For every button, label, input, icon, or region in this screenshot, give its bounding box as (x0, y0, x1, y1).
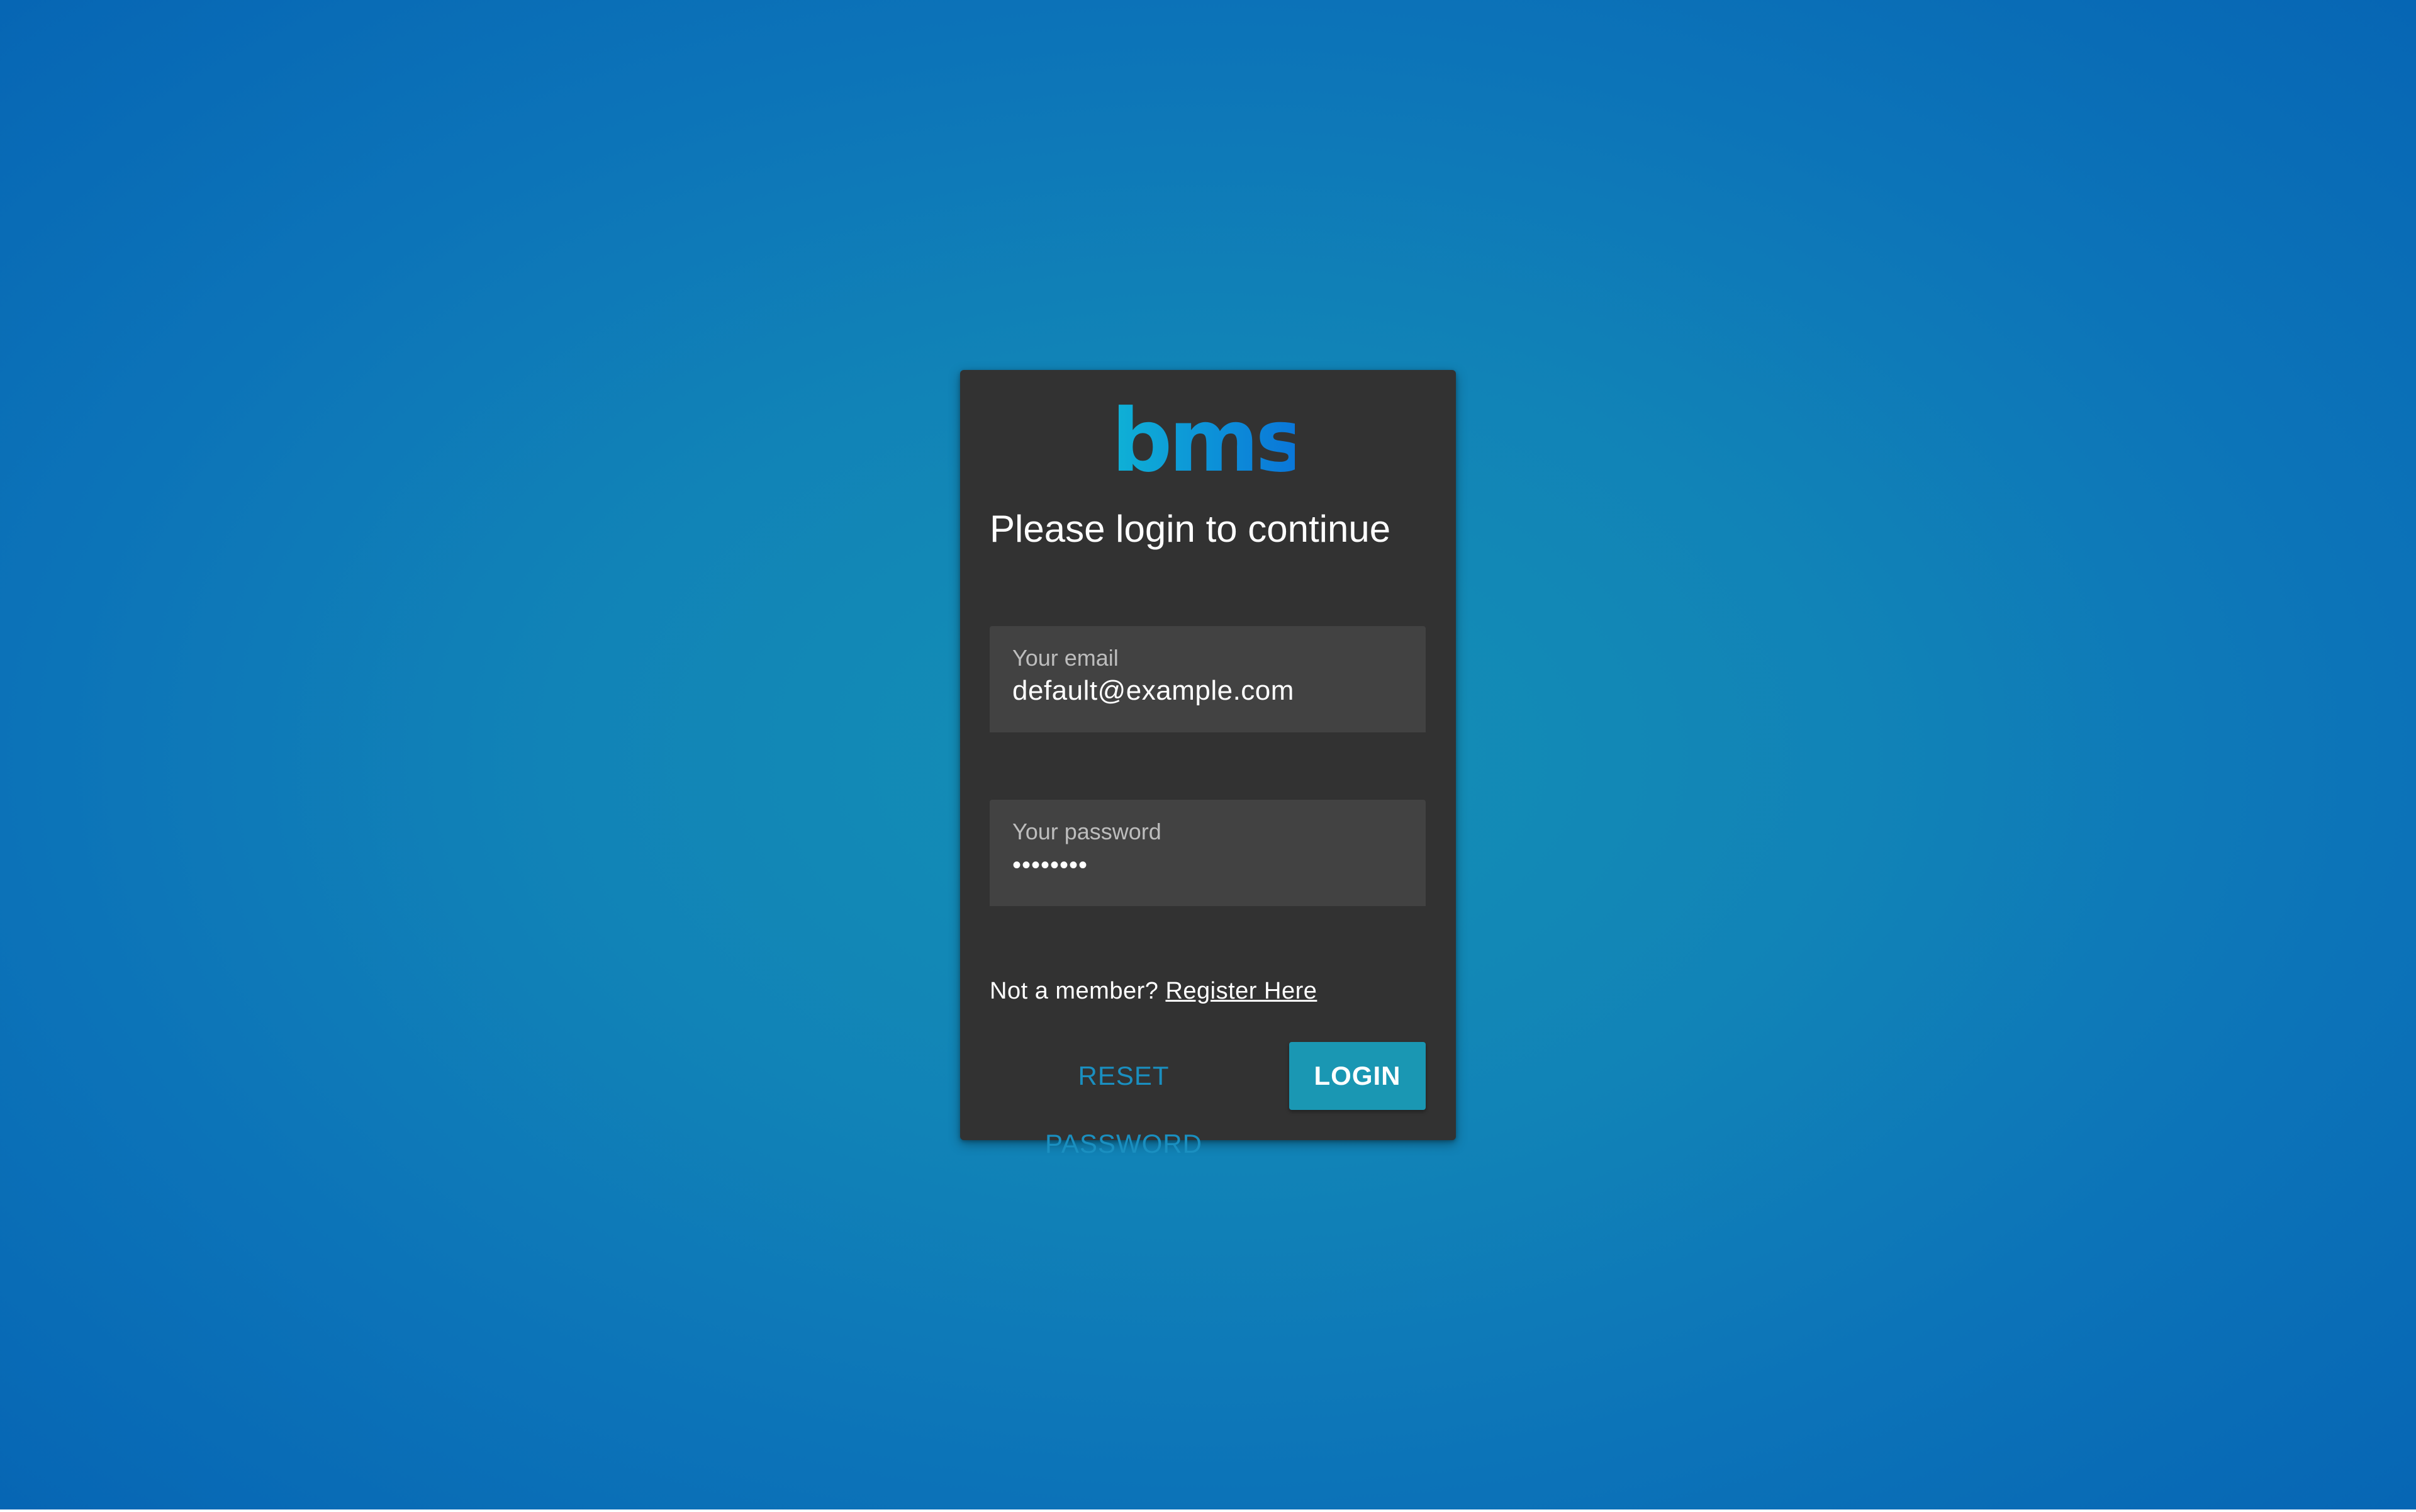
password-field[interactable]: Your password •••••••• (990, 800, 1426, 906)
register-prompt: Not a member? Register Here (990, 978, 1317, 1005)
login-screen-background: bms Please login to continue Your email … (0, 0, 2416, 1509)
register-prompt-text: Not a member? (990, 978, 1159, 1004)
register-link[interactable]: Register Here (1165, 978, 1317, 1004)
reset-password-button[interactable]: RESET PASSWORD (1004, 1042, 1243, 1158)
email-input[interactable]: default@example.com (1012, 675, 1294, 707)
login-button[interactable]: LOGIN (1289, 1042, 1426, 1110)
logo-wordmark: bms (1119, 401, 1295, 477)
bms-logo: bms (1119, 401, 1295, 477)
page-title: Please login to continue (990, 508, 1391, 550)
email-field[interactable]: Your email default@example.com (990, 626, 1426, 732)
password-field-label: Your password (1012, 819, 1161, 844)
password-input[interactable]: •••••••• (1012, 851, 1088, 880)
login-card: bms Please login to continue Your email … (960, 370, 1456, 1158)
email-field-label: Your email (1012, 645, 1119, 671)
